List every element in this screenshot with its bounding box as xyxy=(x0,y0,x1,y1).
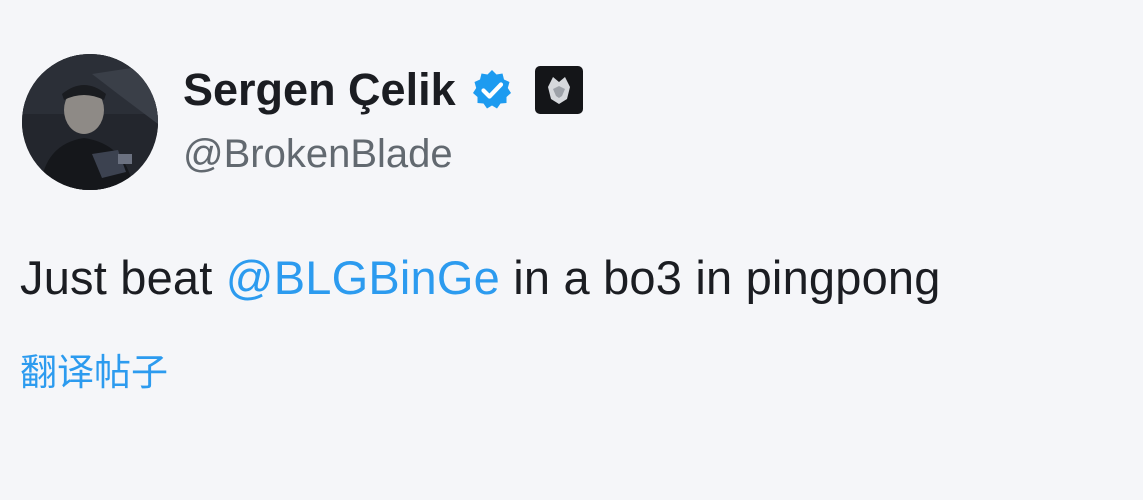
mention-link[interactable]: @BLGBinGe xyxy=(226,251,500,304)
translate-post-link[interactable]: 翻译帖子 xyxy=(20,342,168,396)
verified-check-icon[interactable] xyxy=(470,68,514,112)
author-display-name[interactable]: Sergen Çelik xyxy=(183,64,456,116)
avatar-photo xyxy=(22,54,158,190)
avatar[interactable] xyxy=(22,54,158,190)
tweet-text-before: Just beat xyxy=(20,251,226,304)
tweet-card: Sergen Çelik @BrokenBlade Just beat @BLG… xyxy=(0,0,1143,500)
author-handle[interactable]: @BrokenBlade xyxy=(183,132,453,177)
tweet-text-after: in a bo3 in pingpong xyxy=(499,251,941,304)
author-name-row: Sergen Çelik xyxy=(183,60,584,120)
team-affiliate-badge-icon[interactable] xyxy=(534,65,584,115)
tweet-body: Just beat @BLGBinGe in a bo3 in pingpong xyxy=(20,250,941,305)
